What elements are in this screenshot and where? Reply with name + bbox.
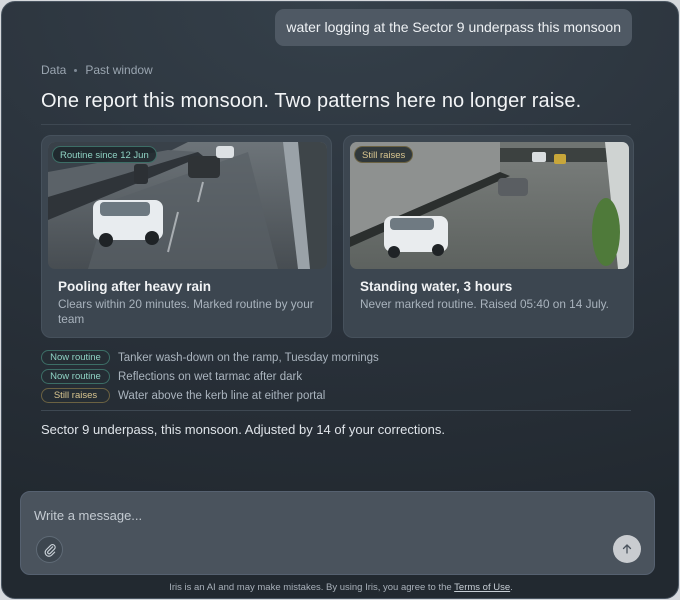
breadcrumb-separator	[74, 68, 78, 72]
list-item[interactable]: Still raises Water above the kerb line a…	[41, 386, 379, 405]
user-message-bubble: water logging at the Sector 9 underpass …	[275, 9, 632, 46]
message-input[interactable]	[34, 505, 594, 525]
breadcrumb-data[interactable]: Data	[41, 63, 66, 77]
pattern-card-pooling[interactable]: Routine since 12 Jun Pooling after heavy…	[41, 135, 332, 338]
chat-window: water logging at the Sector 9 underpass …	[1, 1, 679, 599]
underpass-photo: Routine since 12 Jun	[48, 142, 327, 269]
divider	[41, 124, 631, 125]
card-description: Clears within 20 minutes. Marked routine…	[58, 297, 314, 326]
disclaimer: Iris is an AI and may make mistakes. By …	[2, 582, 678, 593]
attach-button[interactable]	[36, 536, 63, 563]
divider	[41, 410, 631, 411]
arrow-up-icon	[622, 544, 632, 554]
disclaimer-suffix: .	[510, 582, 513, 593]
pattern-card-standing-water[interactable]: Still raises Standing water, 3 hours Nev…	[343, 135, 634, 338]
summary-text: Sector 9 underpass, this monsoon. Adjust…	[41, 422, 445, 437]
pattern-text: Water above the kerb line at either port…	[118, 389, 326, 402]
card-description: Never marked routine. Raised 05:40 on 14…	[360, 297, 609, 311]
breadcrumb: Data Past window	[41, 63, 153, 77]
status-tag: Routine since 12 Jun	[52, 146, 157, 163]
message-composer	[20, 491, 655, 575]
send-button[interactable]	[613, 535, 641, 563]
status-pill: Now routine	[41, 350, 110, 365]
breadcrumb-past-window[interactable]: Past window	[85, 63, 152, 77]
underpass-photo: Still raises	[350, 142, 629, 269]
pattern-text: Reflections on wet tarmac after dark	[118, 370, 303, 383]
pattern-text: Tanker wash-down on the ramp, Tuesday mo…	[118, 351, 379, 364]
list-item[interactable]: Now routine Tanker wash-down on the ramp…	[41, 348, 379, 367]
terms-of-use-link[interactable]: Terms of Use	[454, 582, 510, 593]
list-item[interactable]: Now routine Reflections on wet tarmac af…	[41, 367, 379, 386]
pattern-list: Now routine Tanker wash-down on the ramp…	[41, 348, 379, 405]
card-title: Pooling after heavy rain	[58, 279, 212, 294]
card-title: Standing water, 3 hours	[360, 279, 513, 294]
status-pill: Still raises	[41, 388, 110, 403]
disclaimer-text: Iris is an AI and may make mistakes. By …	[169, 582, 455, 593]
paperclip-icon	[44, 543, 56, 557]
status-tag: Still raises	[354, 146, 414, 163]
status-pill: Now routine	[41, 369, 110, 384]
response-headline: One report this monsoon. Two patterns he…	[41, 90, 582, 112]
